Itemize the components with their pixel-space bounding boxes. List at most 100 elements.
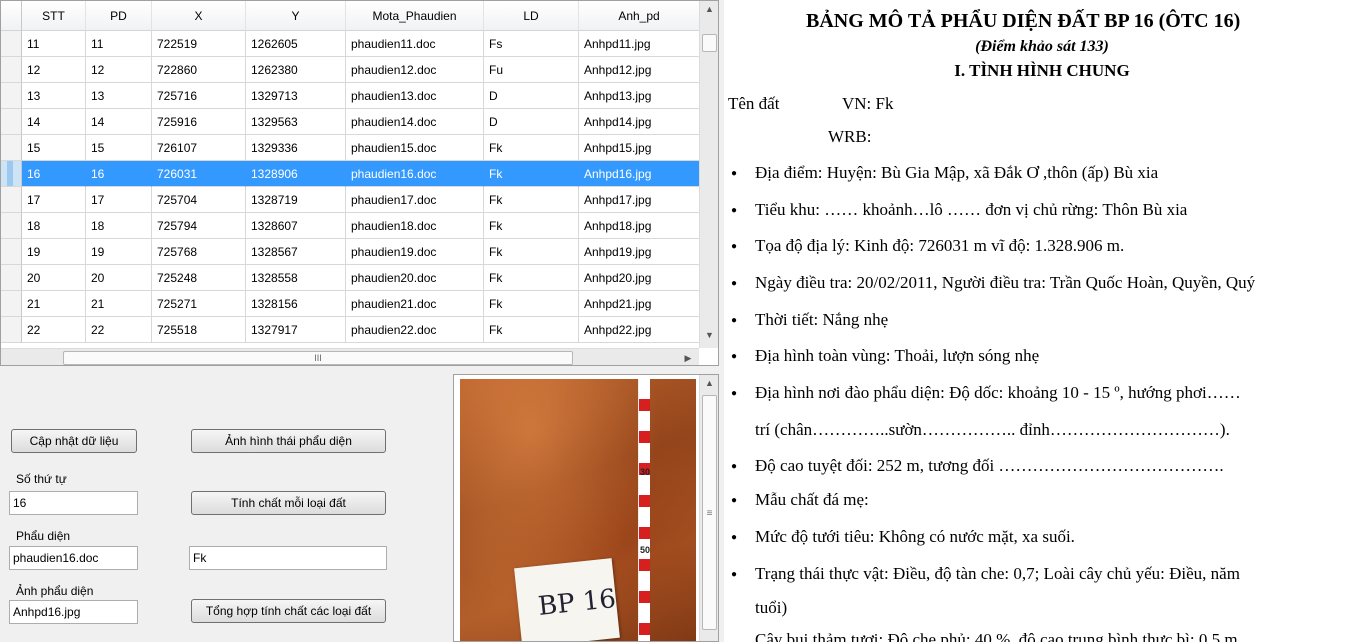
row-header[interactable] [1, 109, 22, 135]
cell-y[interactable]: 1328558 [246, 265, 346, 291]
cell-pd[interactable]: 11 [86, 31, 152, 57]
row-header[interactable] [1, 57, 22, 83]
soil-type-input[interactable]: Fk [189, 546, 387, 570]
cell-mota-phaudien[interactable]: phaudien17.doc [346, 187, 484, 213]
cell-mota-phaudien[interactable]: phaudien19.doc [346, 239, 484, 265]
photo-vertical-scroll-thumb[interactable]: ≡ [702, 395, 717, 630]
cell-mota-phaudien[interactable]: phaudien15.doc [346, 135, 484, 161]
cell-stt[interactable]: 17 [22, 187, 86, 213]
cell-mota-phaudien[interactable]: phaudien18.doc [346, 213, 484, 239]
table-row[interactable]: 13 13 725716 1329713 phaudien13.doc D Anhpd13.… [1, 83, 700, 109]
cell-pd[interactable]: 15 [86, 135, 152, 161]
cell-y[interactable]: 1329336 [246, 135, 346, 161]
cell-mota-phaudien[interactable]: phaudien11.doc [346, 31, 484, 57]
cell-x[interactable]: 722860 [152, 57, 246, 83]
table-row[interactable]: 11 11 722519 1262605 phaudien11.doc Fs Anhpd11… [1, 31, 700, 57]
column-header-mota-phaudien[interactable]: Mota_Phaudien [346, 1, 484, 31]
cell-stt[interactable]: 19 [22, 239, 86, 265]
column-header-stt[interactable]: STT [22, 1, 86, 31]
cell-pd[interactable]: 21 [86, 291, 152, 317]
cell-mota-phaudien[interactable]: phaudien16.doc [346, 161, 484, 187]
column-header-anh-pd[interactable]: Anh_pd [579, 1, 700, 31]
grid-vertical-scroll-thumb[interactable] [702, 34, 717, 52]
column-header-pd[interactable]: PD [86, 1, 152, 31]
cell-pd[interactable]: 19 [86, 239, 152, 265]
table-row[interactable]: 17 17 725704 1328719 phaudien17.doc Fk Anhpd17… [1, 187, 700, 213]
cell-x[interactable]: 725271 [152, 291, 246, 317]
data-grid[interactable]: STT PD X Y Mota_Phaudien LD Anh_pd 11 11 7… [0, 0, 719, 366]
cell-ld[interactable]: Fk [484, 187, 579, 213]
cell-y[interactable]: 1327917 [246, 317, 346, 343]
cell-anh-pd[interactable]: Anhpd12.jpg [579, 57, 700, 83]
cell-y[interactable]: 1329713 [246, 83, 346, 109]
cell-pd[interactable]: 14 [86, 109, 152, 135]
cell-ld[interactable]: Fk [484, 265, 579, 291]
cell-mota-phaudien[interactable]: phaudien22.doc [346, 317, 484, 343]
cell-x[interactable]: 725768 [152, 239, 246, 265]
cell-x[interactable]: 725248 [152, 265, 246, 291]
grid-vertical-scrollbar[interactable]: ▲ ▼ [699, 1, 718, 348]
table-row[interactable]: 21 21 725271 1328156 phaudien21.doc Fk Anhpd21… [1, 291, 700, 317]
cell-ld[interactable]: Fk [484, 317, 579, 343]
cell-pd[interactable]: 18 [86, 213, 152, 239]
cell-anh-pd[interactable]: Anhpd17.jpg [579, 187, 700, 213]
cell-anh-pd[interactable]: Anhpd11.jpg [579, 31, 700, 57]
cell-anh-pd[interactable]: Anhpd14.jpg [579, 109, 700, 135]
table-row[interactable]: 20 20 725248 1328558 phaudien20.doc Fk Anhpd20… [1, 265, 700, 291]
cell-mota-phaudien[interactable]: phaudien21.doc [346, 291, 484, 317]
cell-ld[interactable]: Fu [484, 57, 579, 83]
table-row[interactable]: 19 19 725768 1328567 phaudien19.doc Fk Anhpd19… [1, 239, 700, 265]
cell-anh-pd[interactable]: Anhpd20.jpg [579, 265, 700, 291]
table-row[interactable]: 14 14 725916 1329563 phaudien14.doc D Anhpd14.… [1, 109, 700, 135]
scroll-down-arrow-icon[interactable]: ▼ [700, 327, 718, 344]
cell-stt[interactable]: 14 [22, 109, 86, 135]
profile-morphology-image-button[interactable]: Ảnh hình thái phẩu diện [191, 429, 386, 453]
cell-x[interactable]: 725794 [152, 213, 246, 239]
row-header[interactable] [1, 135, 22, 161]
cell-stt[interactable]: 13 [22, 83, 86, 109]
scroll-up-arrow-icon[interactable]: ▲ [700, 1, 718, 18]
cell-mota-phaudien[interactable]: phaudien13.doc [346, 83, 484, 109]
cell-pd[interactable]: 13 [86, 83, 152, 109]
cell-mota-phaudien[interactable]: phaudien14.doc [346, 109, 484, 135]
profile-photo-panel[interactable]: 30 50 BP 16 ▲ ≡ [453, 374, 719, 642]
cell-y[interactable]: 1328156 [246, 291, 346, 317]
cell-y[interactable]: 1328719 [246, 187, 346, 213]
cell-pd[interactable]: 17 [86, 187, 152, 213]
cell-x[interactable]: 726107 [152, 135, 246, 161]
table-row[interactable]: 12 12 722860 1262380 phaudien12.doc Fu Anhpd12… [1, 57, 700, 83]
cell-ld[interactable]: D [484, 83, 579, 109]
row-header[interactable] [1, 291, 22, 317]
cell-anh-pd[interactable]: Anhpd19.jpg [579, 239, 700, 265]
table-row[interactable]: 18 18 725794 1328607 phaudien18.doc Fk Anhpd18… [1, 213, 700, 239]
cell-stt[interactable]: 15 [22, 135, 86, 161]
cell-pd[interactable]: 20 [86, 265, 152, 291]
cell-y[interactable]: 1262380 [246, 57, 346, 83]
cell-y[interactable]: 1262605 [246, 31, 346, 57]
cell-ld[interactable]: Fk [484, 135, 579, 161]
cell-ld[interactable]: Fk [484, 291, 579, 317]
column-header-y[interactable]: Y [246, 1, 346, 31]
cell-anh-pd[interactable]: Anhpd22.jpg [579, 317, 700, 343]
scroll-right-arrow-icon[interactable]: ▶ [679, 349, 697, 365]
cell-y[interactable]: 1329563 [246, 109, 346, 135]
photo-vertical-scrollbar[interactable]: ▲ ≡ [699, 375, 718, 641]
cell-pd[interactable]: 22 [86, 317, 152, 343]
cell-ld[interactable]: Fk [484, 213, 579, 239]
row-header[interactable] [1, 83, 22, 109]
column-header-x[interactable]: X [152, 1, 246, 31]
profile-image-input[interactable]: Anhpd16.jpg [9, 600, 138, 624]
row-header[interactable] [1, 31, 22, 57]
cell-stt[interactable]: 21 [22, 291, 86, 317]
cell-ld[interactable]: Fk [484, 161, 579, 187]
cell-stt[interactable]: 20 [22, 265, 86, 291]
cell-anh-pd[interactable]: Anhpd21.jpg [579, 291, 700, 317]
cell-y[interactable]: 1328607 [246, 213, 346, 239]
summary-properties-button[interactable]: Tổng hợp tính chất các loại đất [191, 599, 386, 623]
profile-input[interactable]: phaudien16.doc [9, 546, 138, 570]
cell-x[interactable]: 725916 [152, 109, 246, 135]
cell-pd[interactable]: 12 [86, 57, 152, 83]
row-header[interactable] [1, 161, 22, 187]
cell-x[interactable]: 722519 [152, 31, 246, 57]
cell-stt[interactable]: 16 [22, 161, 86, 187]
